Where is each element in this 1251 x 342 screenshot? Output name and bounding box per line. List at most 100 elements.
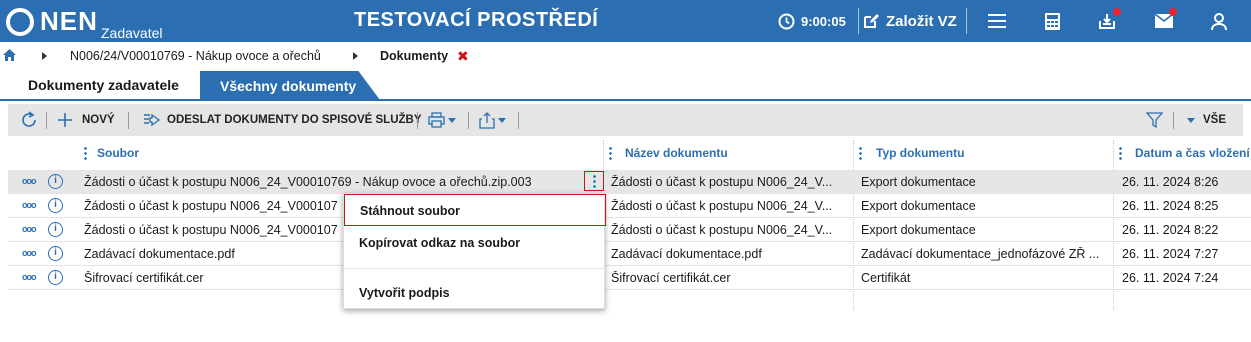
divider bbox=[468, 112, 469, 129]
cell-date: 26. 11. 2024 7:24 bbox=[1122, 271, 1219, 285]
tab-underline bbox=[0, 99, 1251, 101]
filter-scope-dropdown[interactable]: VŠE bbox=[1187, 104, 1226, 136]
menu-button[interactable] bbox=[986, 0, 1008, 42]
info-icon[interactable]: i bbox=[48, 198, 63, 213]
cell-name: Žádosti o účast k postupu N006_24_V... bbox=[611, 223, 833, 237]
divider bbox=[417, 112, 418, 129]
cell-date: 26. 11. 2024 7:27 bbox=[1122, 247, 1219, 261]
cell-date: 26. 11. 2024 8:22 bbox=[1122, 223, 1219, 237]
print-icon bbox=[428, 112, 445, 128]
info-icon[interactable]: i bbox=[48, 270, 63, 285]
breadcrumb-arrow-icon bbox=[42, 52, 47, 60]
tab-documents-contracting[interactable]: Dokumenty zadavatele bbox=[8, 70, 200, 100]
top-bar: NEN Zadavatel TESTOVACÍ PROSTŘEDÍ 9:00:0… bbox=[0, 0, 1251, 42]
calculator-button[interactable] bbox=[1042, 0, 1062, 42]
breadcrumb-item-procurement[interactable]: N006/24/V00010769 - Nákup ovoce a ořechů bbox=[70, 49, 321, 63]
create-vz-button[interactable]: Založit VZ bbox=[862, 0, 957, 42]
column-header-file[interactable]: Soubor bbox=[97, 146, 139, 160]
tab-all-documents[interactable]: Všechny dokumenty bbox=[200, 71, 380, 100]
menu-item-download-file[interactable]: Stáhnout soubor bbox=[344, 194, 606, 226]
divider bbox=[1173, 112, 1174, 129]
cell-file[interactable]: Žádosti o účast k postupu N006_24_V00010… bbox=[84, 199, 344, 213]
info-icon[interactable]: i bbox=[48, 222, 63, 237]
column-menu-icon[interactable] bbox=[609, 146, 612, 161]
breadcrumb: N006/24/V00010769 - Nákup ovoce a ořechů… bbox=[0, 46, 1251, 68]
cell-name: Šifrovací certifikát.cer bbox=[611, 271, 731, 285]
divider bbox=[518, 112, 519, 129]
cell-date: 26. 11. 2024 8:25 bbox=[1122, 199, 1219, 213]
session-timer: 9:00:05 bbox=[778, 0, 846, 42]
column-header-date[interactable]: Datum a čas vložení bbox=[1135, 146, 1250, 160]
cell-file[interactable]: Žádosti o účast k postupu N006_24_V00010… bbox=[84, 223, 344, 237]
clock-icon bbox=[778, 13, 795, 29]
table-row[interactable]: ooo i Zadávací dokumentace.pdf Zadávací … bbox=[8, 242, 1251, 266]
row-actions-icon[interactable]: ooo bbox=[22, 176, 36, 186]
menu-divider bbox=[344, 268, 606, 269]
caret-down-icon bbox=[498, 117, 506, 123]
tab-all-documents-label: Všechny dokumenty bbox=[220, 78, 357, 94]
toolbar: NOVÝ ODESLAT DOKUMENTY DO SPISOVÉ SLUŽBY… bbox=[8, 104, 1243, 136]
home-icon[interactable] bbox=[3, 49, 16, 61]
row-file-menu-button[interactable] bbox=[584, 171, 604, 191]
file-context-menu: Stáhnout soubor Kopírovat odkaz na soubo… bbox=[343, 193, 606, 309]
inbox-button[interactable] bbox=[1096, 0, 1118, 42]
table-row[interactable]: ooo i Žádosti o účast k postupu N006_24_… bbox=[8, 218, 1251, 242]
column-header-name[interactable]: Název dokumentu bbox=[625, 146, 728, 160]
row-actions-icon[interactable]: ooo bbox=[22, 272, 36, 282]
new-button[interactable]: NOVÝ bbox=[57, 104, 115, 136]
table-row[interactable]: ooo i Žádosti o účast k postupu N006_24_… bbox=[8, 170, 1251, 194]
refresh-icon bbox=[22, 111, 36, 127]
edit-icon bbox=[864, 14, 879, 28]
export-dropdown-button[interactable] bbox=[479, 104, 506, 136]
cell-file[interactable]: Zadávací dokumentace.pdf bbox=[84, 247, 344, 261]
cell-file[interactable]: Žádosti o účast k postupu N006_24_V00010… bbox=[84, 175, 579, 189]
cell-type: Export dokumentace bbox=[861, 175, 976, 189]
send-to-records-label: ODESLAT DOKUMENTY DO SPISOVÉ SLUŽBY bbox=[167, 114, 422, 126]
environment-title: TESTOVACÍ PROSTŘEDÍ bbox=[354, 9, 599, 31]
column-header-type[interactable]: Typ dokumentu bbox=[876, 146, 964, 160]
cell-type: Zadávací dokumentace_jednofázové ZŘ ... bbox=[861, 247, 1100, 261]
filter-icon bbox=[1146, 111, 1163, 128]
hamburger-icon bbox=[988, 14, 1006, 28]
row-actions-icon[interactable]: ooo bbox=[22, 200, 36, 210]
notification-badge bbox=[1113, 8, 1121, 16]
cell-type: Export dokumentace bbox=[861, 223, 976, 237]
caret-down-icon bbox=[1187, 117, 1195, 123]
logo-subtitle: Zadavatel bbox=[101, 25, 163, 41]
cell-date: 26. 11. 2024 8:26 bbox=[1122, 175, 1219, 189]
refresh-button[interactable] bbox=[20, 104, 38, 136]
column-menu-icon[interactable] bbox=[859, 146, 862, 161]
mail-icon bbox=[1155, 14, 1173, 28]
row-actions-icon[interactable]: ooo bbox=[22, 248, 36, 258]
column-menu-icon[interactable] bbox=[1119, 146, 1122, 161]
divider bbox=[46, 112, 47, 129]
table-row[interactable]: ooo i Žádosti o účast k postupu N006_24_… bbox=[8, 194, 1251, 218]
send-list-icon bbox=[144, 113, 161, 127]
print-dropdown-button[interactable] bbox=[428, 104, 456, 136]
cell-file[interactable]: Šifrovací certifikát.cer bbox=[84, 271, 344, 285]
menu-item-copy-link[interactable]: Kopírovat odkaz na soubor bbox=[344, 227, 606, 259]
close-icon[interactable]: ✖ bbox=[457, 48, 469, 65]
table-header: Soubor Název dokumentu Typ dokumentu Dat… bbox=[8, 140, 1251, 310]
info-icon[interactable]: i bbox=[48, 174, 63, 189]
divider bbox=[858, 8, 859, 34]
table-row[interactable]: ooo i Šifrovací certifikát.cer Šifrovací… bbox=[8, 266, 1251, 290]
user-button[interactable] bbox=[1209, 0, 1229, 42]
info-icon[interactable]: i bbox=[48, 246, 63, 261]
cell-name: Žádosti o účast k postupu N006_24_V... bbox=[611, 175, 833, 189]
logo-text: NEN bbox=[40, 6, 98, 36]
logo-ring-icon bbox=[6, 8, 34, 36]
row-actions-icon[interactable]: ooo bbox=[22, 224, 36, 234]
mail-button[interactable] bbox=[1153, 0, 1175, 42]
cell-name: Žádosti o účast k postupu N006_24_V... bbox=[611, 199, 833, 213]
filter-button[interactable] bbox=[1146, 104, 1163, 136]
cell-type: Export dokumentace bbox=[861, 199, 976, 213]
caret-down-icon bbox=[448, 117, 456, 123]
column-menu-icon[interactable] bbox=[84, 146, 87, 161]
plus-icon bbox=[58, 113, 72, 127]
notification-badge bbox=[1169, 8, 1177, 16]
session-time: 9:00:05 bbox=[801, 13, 846, 29]
create-vz-label: Založit VZ bbox=[886, 12, 957, 30]
menu-item-create-signature[interactable]: Vytvořit podpis bbox=[344, 277, 606, 309]
send-to-records-button[interactable]: ODESLAT DOKUMENTY DO SPISOVÉ SLUŽBY bbox=[143, 104, 422, 136]
